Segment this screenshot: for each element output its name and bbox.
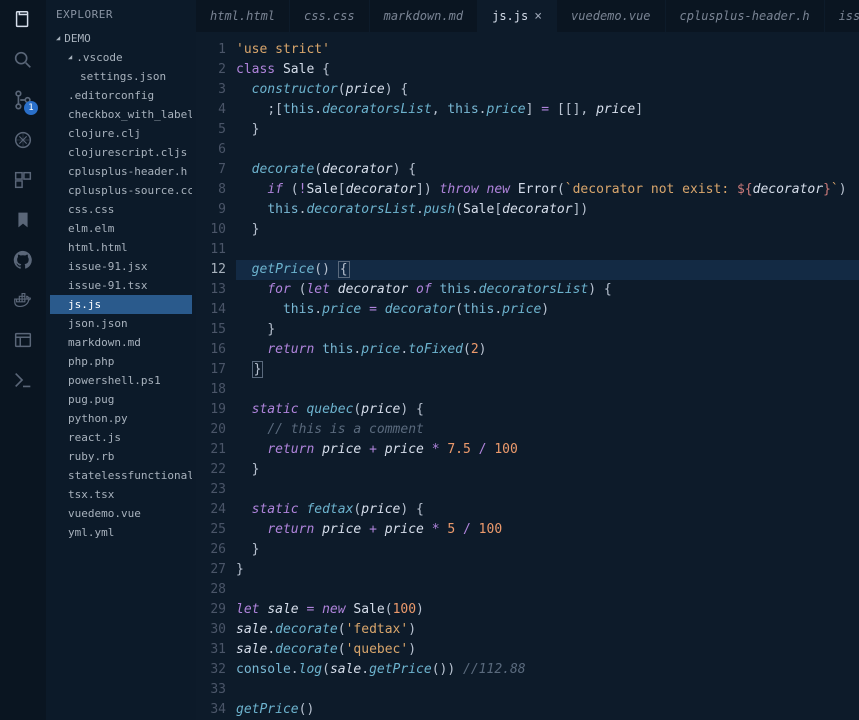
tree-file[interactable]: vuedemo.vue [50,504,192,523]
tree-file[interactable]: pug.pug [50,390,192,409]
code-content[interactable]: 'use strict'class Sale { constructor(pri… [236,32,859,720]
code-line[interactable]: this.price = decorator(this.price) [236,300,859,320]
scm-badge: 1 [24,101,38,115]
tree-file[interactable]: .editorconfig [50,86,192,105]
tree-file[interactable]: powershell.ps1 [50,371,192,390]
code-line[interactable]: this.decoratorsList.push(Sale[decorator]… [236,200,859,220]
code-line[interactable]: return price + price * 5 / 100 [236,520,859,540]
code-line[interactable]: static quebec(price) { [236,400,859,420]
tab[interactable]: issue-91.jsx [825,0,859,32]
tree-file[interactable]: markdown.md [50,333,192,352]
tree-file[interactable]: cplusplus-header.h [50,162,192,181]
tree-file[interactable]: issue-91.jsx [50,257,192,276]
file-tree: DEMO .vscode settings.json .editorconfig… [46,29,196,542]
code-line[interactable]: } [236,120,859,140]
tree-file[interactable]: issue-91.tsx [50,276,192,295]
code-line[interactable]: constructor(price) { [236,80,859,100]
tree-file[interactable]: clojure.clj [50,124,192,143]
tree-file[interactable]: python.py [50,409,192,428]
tree-file[interactable]: settings.json [50,67,192,86]
code-line[interactable]: let sale = new Sale(100) [236,600,859,620]
activity-bar: 1 [0,0,46,720]
tab[interactable]: markdown.md [370,0,478,32]
search-icon[interactable] [11,48,35,72]
project-icon[interactable] [11,328,35,352]
tree-file[interactable]: ruby.rb [50,447,192,466]
tree-file[interactable]: tsx.tsx [50,485,192,504]
tree-folder-vscode[interactable]: .vscode [50,48,192,67]
tree-file[interactable]: json.json [50,314,192,333]
code-line[interactable] [236,380,859,400]
code-line[interactable]: class Sale { [236,60,859,80]
code-line[interactable]: } [236,540,859,560]
tabs-bar: html.html css.css markdown.md js.js × vuedemo… [196,0,859,32]
explorer-title: EXPLORER [46,0,196,29]
tree-file[interactable]: js.js [50,295,192,314]
source-control-icon[interactable]: 1 [11,88,35,112]
code-line[interactable]: } [236,560,859,580]
sidebar: EXPLORER DEMO .vscode settings.json .edi… [46,0,196,720]
code-line[interactable]: for (let decorator of this.decoratorsLis… [236,280,859,300]
tree-root-folder[interactable]: DEMO [50,29,192,48]
tree-file[interactable]: html.html [50,238,192,257]
extensions-icon[interactable] [11,168,35,192]
code-line[interactable]: sale.decorate('quebec') [236,640,859,660]
code-line[interactable]: console.log(sale.getPrice()) //112.88 [236,660,859,680]
tree-file[interactable]: checkbox_with_label… [50,105,192,124]
github-icon[interactable] [11,248,35,272]
tree-file[interactable]: yml.yml [50,523,192,542]
bookmark-icon[interactable] [11,208,35,232]
line-gutter: 1234567891011121314151617181920212223242… [196,32,236,720]
terminal-icon[interactable] [11,368,35,392]
explorer-icon[interactable] [11,8,35,32]
tab-label: cplusplus-header.h [680,9,810,23]
code-line[interactable]: return price + price * 7.5 / 100 [236,440,859,460]
code-line[interactable]: getPrice() { [236,260,859,280]
tree-file[interactable]: css.css [50,200,192,219]
code-line[interactable]: getPrice() [236,700,859,720]
code-line[interactable]: sale.decorate('fedtax') [236,620,859,640]
docker-icon[interactable] [11,288,35,312]
code-line[interactable]: // this is a comment [236,420,859,440]
tab[interactable]: cplusplus-header.h [666,0,825,32]
close-icon[interactable]: × [534,9,542,24]
debug-icon[interactable] [11,128,35,152]
tree-file[interactable]: php.php [50,352,192,371]
code-line[interactable]: } [236,360,859,380]
tree-file[interactable]: cplusplus-source.cc [50,181,192,200]
code-line[interactable] [236,580,859,600]
tab-label: issue-91.jsx [839,9,859,23]
tab[interactable]: css.css [290,0,370,32]
tree-file[interactable]: clojurescript.cljs [50,143,192,162]
code-line[interactable]: 'use strict' [236,40,859,60]
code-line[interactable]: ;[this.decoratorsList, this.price] = [[]… [236,100,859,120]
tab-label: js.js [492,9,528,23]
tab-label: css.css [304,9,355,23]
code-line[interactable] [236,480,859,500]
tree-file[interactable]: elm.elm [50,219,192,238]
tree-file[interactable]: statelessfunctionalr… [50,466,192,485]
code-line[interactable]: static fedtax(price) { [236,500,859,520]
code-editor[interactable]: 1234567891011121314151617181920212223242… [196,32,859,720]
code-line[interactable]: } [236,220,859,240]
editor-area: html.html css.css markdown.md js.js × vuedemo… [196,0,859,720]
code-line[interactable] [236,240,859,260]
code-line[interactable]: decorate(decorator) { [236,160,859,180]
tab[interactable]: js.js × [478,0,557,32]
code-line[interactable] [236,680,859,700]
code-line[interactable]: return this.price.toFixed(2) [236,340,859,360]
tab-label: markdown.md [384,9,463,23]
tab-label: vuedemo.vue [571,9,650,23]
code-line[interactable]: } [236,320,859,340]
code-line[interactable]: } [236,460,859,480]
tree-file[interactable]: react.js [50,428,192,447]
tab-label: html.html [210,9,275,23]
code-line[interactable]: if (!Sale[decorator]) throw new Error(`d… [236,180,859,200]
code-line[interactable] [236,140,859,160]
tab[interactable]: html.html [196,0,290,32]
tab[interactable]: vuedemo.vue [557,0,665,32]
